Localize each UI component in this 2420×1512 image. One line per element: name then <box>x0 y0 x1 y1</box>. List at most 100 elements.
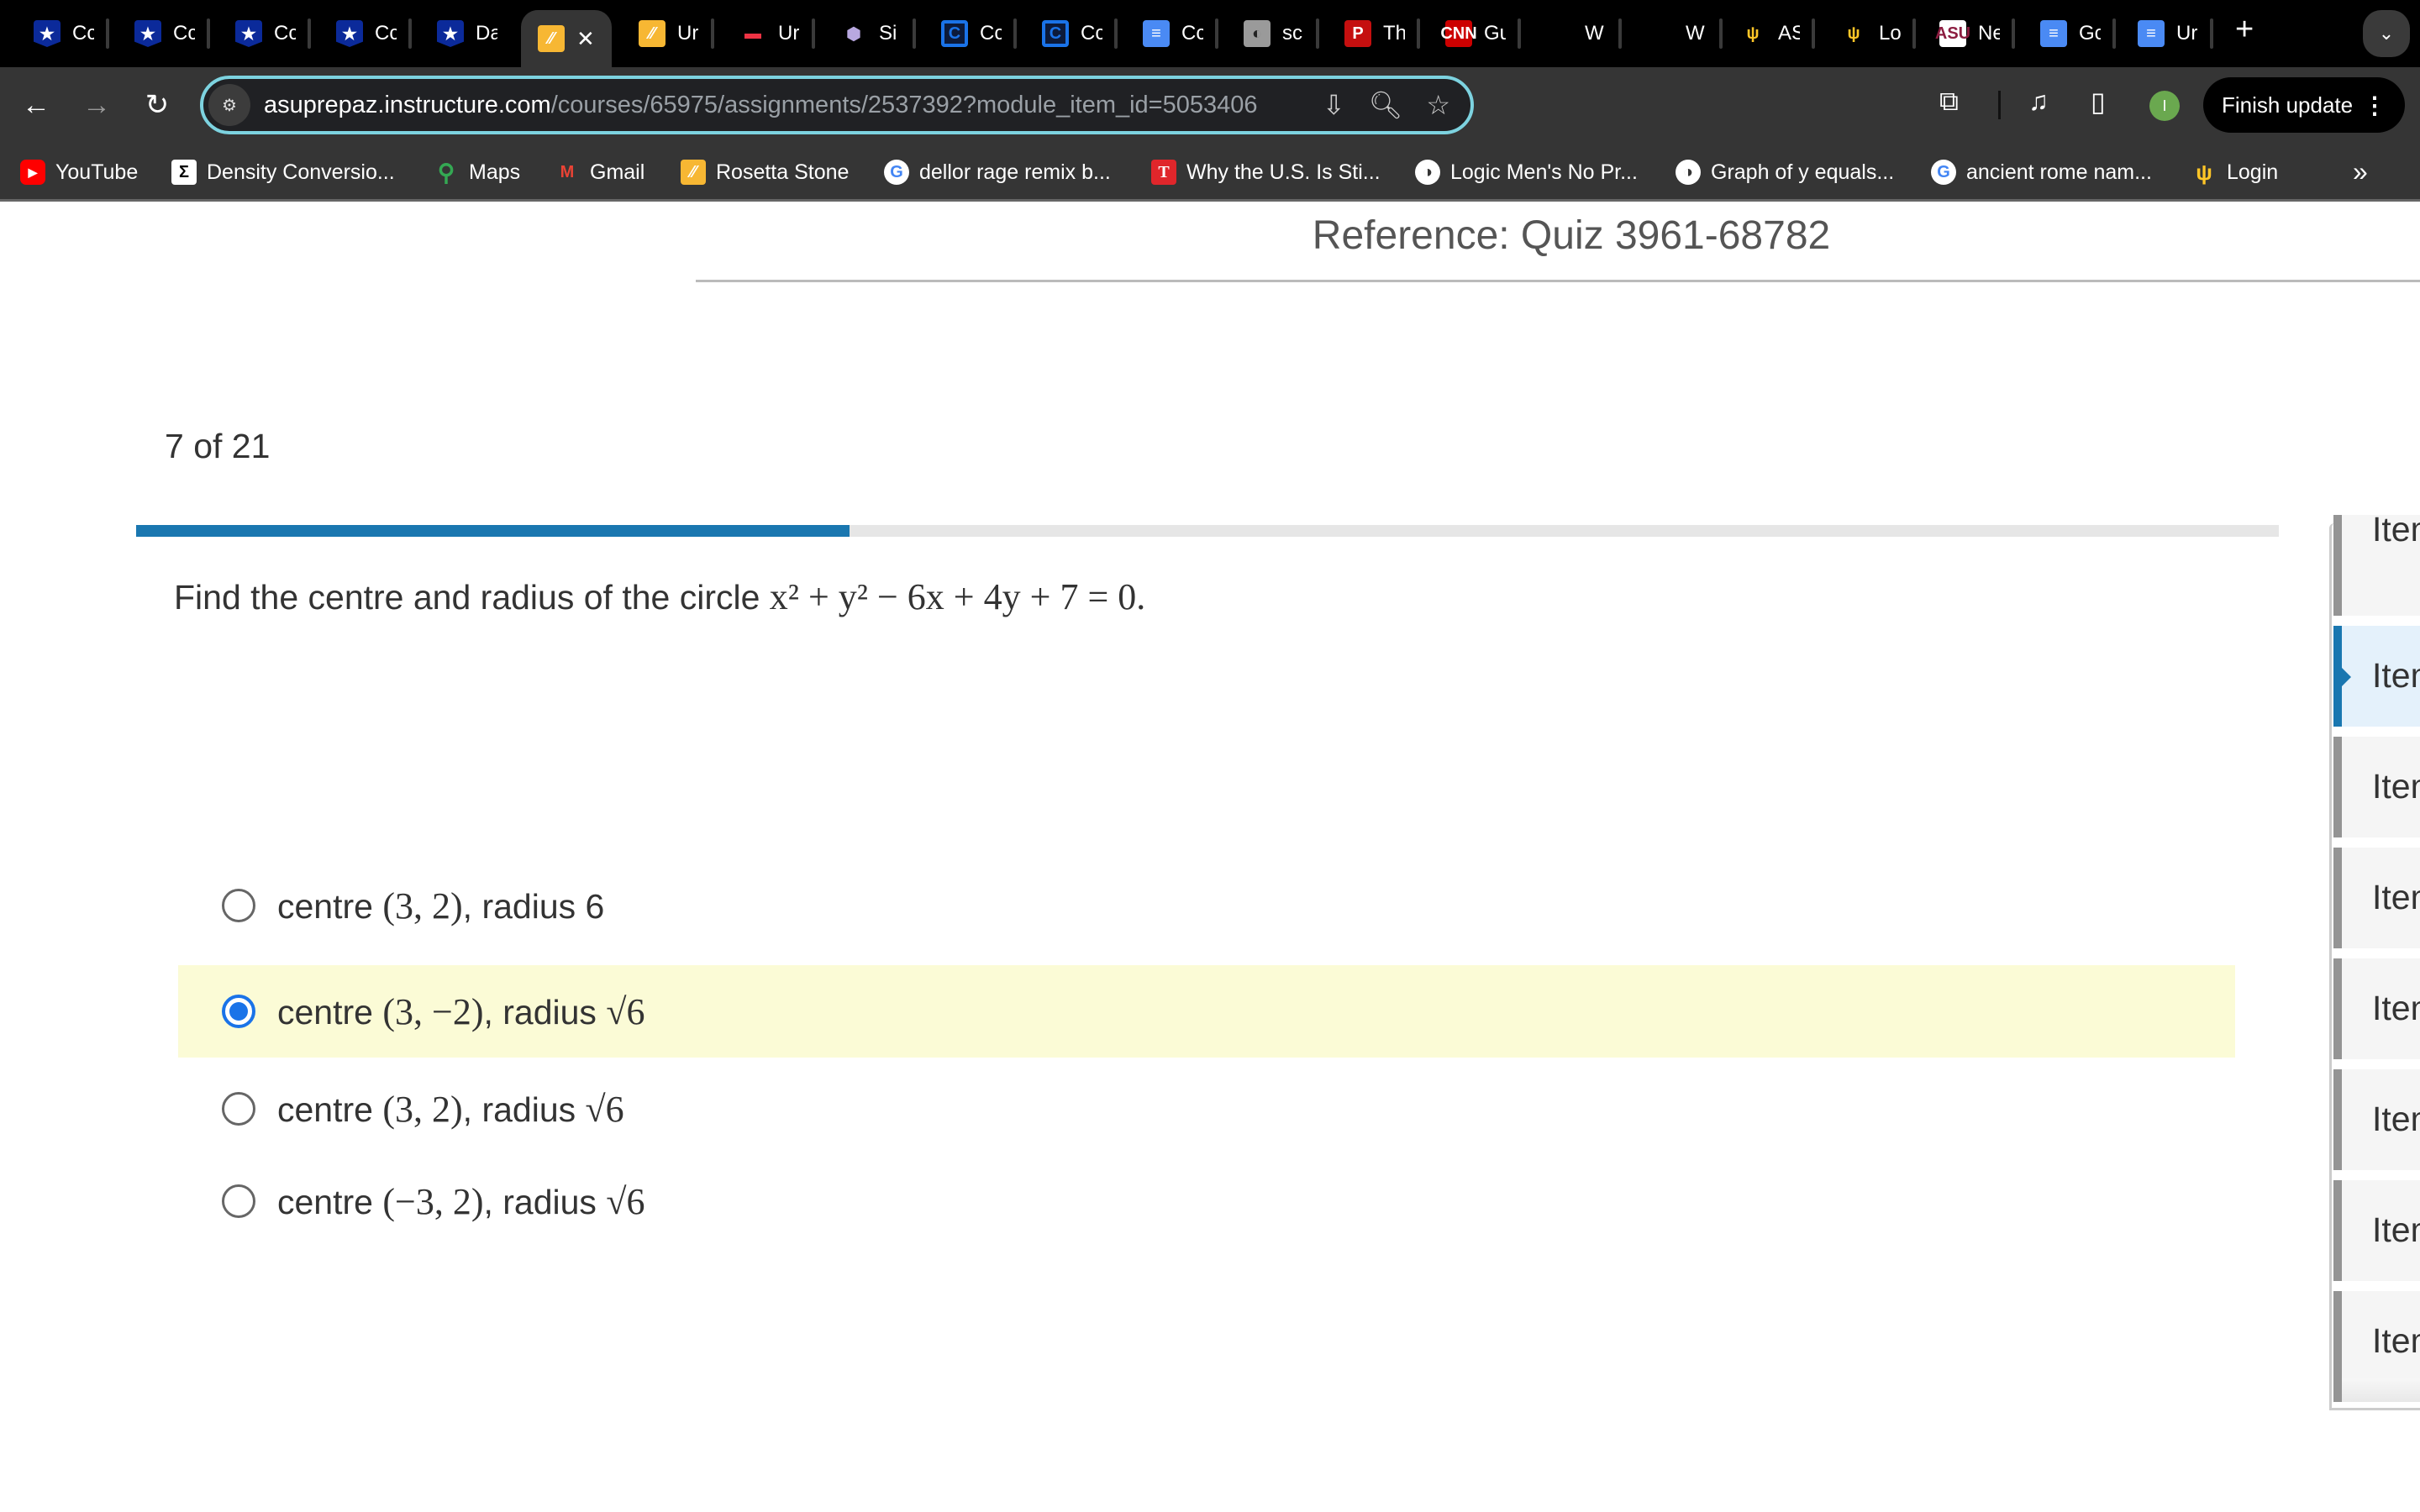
answer-option[interactable]: centre (−3, 2), radius √6 <box>178 1155 2235 1247</box>
hexagon-cluster-icon: ⬢ <box>846 24 861 44</box>
browser-tab[interactable]: ASU Ne <box>1935 17 2015 50</box>
globe-icon: ◐ <box>1244 20 1270 47</box>
browser-tab[interactable]: ★ Da <box>437 17 497 50</box>
item-navigator: Item Item Item Item Item Item Item Item <box>2329 510 2420 1410</box>
browser-tab[interactable]: ★ Cc <box>134 17 210 50</box>
google-docs-icon: ≡ <box>2040 20 2067 47</box>
item-nav-entry[interactable]: Item <box>2333 1291 2420 1392</box>
toolbar-divider <box>1998 91 2001 119</box>
browser-tab[interactable]: W <box>1546 17 1622 50</box>
radio-button[interactable] <box>222 889 255 922</box>
sigma-icon: Σ <box>171 160 197 185</box>
doc-lines-icon: ≡ <box>1143 20 1170 47</box>
new-tab-button[interactable]: + <box>2235 12 2254 48</box>
browser-tab[interactable]: ⬢ Si <box>840 17 916 50</box>
bookmark-density[interactable]: Σ Density Conversio... <box>171 158 395 186</box>
kebab-menu-icon[interactable]: ⋮ <box>2363 92 2386 119</box>
quiz-reference: Reference: Quiz 3961-68782 <box>1312 213 1831 258</box>
bookmarks-overflow-button[interactable]: » <box>2353 156 2368 187</box>
trident-icon: ψ <box>2196 159 2212 185</box>
bookmark-gmail[interactable]: M Gmail <box>555 158 645 186</box>
browser-tab[interactable]: ⁄⁄ Ur <box>639 17 714 50</box>
browser-tab[interactable]: ★ Cc <box>34 17 109 50</box>
url-text[interactable]: asuprepaz.instructure.com/courses/65975/… <box>264 92 1258 119</box>
progress-fill <box>136 525 850 537</box>
item-nav-entry[interactable]: Item <box>2333 1069 2420 1170</box>
t-icon: T <box>1151 160 1176 185</box>
bookmark-ancient-rome[interactable]: Gancient rome nam... <box>1931 158 2152 186</box>
side-panel-icon[interactable]: ▯ <box>2091 86 2106 118</box>
browser-toolbar: ← → ↻ ⚙ asuprepaz.instructure.com/course… <box>0 67 2420 143</box>
bookmark-login[interactable]: ψ Login <box>2191 158 2278 186</box>
c-circle-icon: C <box>941 20 968 47</box>
bookmark-why-us[interactable]: T Why the U.S. Is Sti... <box>1151 158 1381 186</box>
bookmark-star-icon[interactable]: ☆ <box>1426 89 1450 121</box>
arrow-right-icon: → <box>82 88 111 121</box>
browser-tab[interactable]: C Cc <box>941 17 1017 50</box>
shield-star-icon: ★ <box>235 20 262 47</box>
p-icon: P <box>1344 20 1371 47</box>
globe-icon: ◑ <box>1676 160 1701 185</box>
bookmark-dellor[interactable]: Gdellor rage remix b... <box>884 158 1111 186</box>
address-bar[interactable]: ⚙ asuprepaz.instructure.com/courses/6597… <box>200 76 1474 134</box>
item-nav-entry-current[interactable]: Item <box>2333 626 2420 727</box>
bookmark-maps[interactable]: ⚲ Maps <box>434 158 520 186</box>
trident-icon: ψ <box>1847 24 1860 43</box>
browser-tab[interactable]: ψ Lo <box>1840 17 1916 50</box>
browser-tab[interactable]: C Cc <box>1042 17 1118 50</box>
browser-tab[interactable]: ≡ Cc <box>1143 17 1218 50</box>
tab-strip: ★ Cc ★ Cc ★ Cc ★ Cc ★ Da ⁄⁄ ✕ ⁄⁄ Ur ▬ Ur ⬢ Si C Cc… <box>0 0 2420 67</box>
rosetta-icon: ⁄⁄ <box>681 160 706 185</box>
browser-tab[interactable]: ★ Cc <box>235 17 311 50</box>
answer-option[interactable]: centre (3, 2), radius √6 <box>178 1063 2235 1155</box>
doc-lines-icon: ≡ <box>2138 20 2165 47</box>
browser-tab[interactable]: ψ AS <box>1739 17 1815 50</box>
profile-avatar[interactable]: I <box>2149 91 2180 121</box>
browser-tab[interactable]: P Th <box>1344 17 1420 50</box>
answer-option[interactable]: centre (3, 2), radius 6 <box>178 859 2235 952</box>
radio-button[interactable] <box>222 1184 255 1218</box>
browser-tab-active[interactable]: ⁄⁄ ✕ <box>521 10 612 67</box>
browser-tab[interactable]: CNN Gu <box>1440 17 1521 50</box>
item-nav-entry-partial[interactable] <box>2333 1378 2420 1402</box>
bookmark-rosetta[interactable]: ⁄⁄ Rosetta Stone <box>681 158 849 186</box>
browser-tab[interactable]: ◐ sc <box>1244 17 1319 50</box>
browser-tab[interactable]: ★ Cc <box>336 17 412 50</box>
bookmark-logic[interactable]: ◑ Logic Men's No Pr... <box>1415 158 1638 186</box>
arrow-left-icon: ← <box>22 88 50 121</box>
forward-button[interactable]: → <box>77 86 116 124</box>
browser-tab[interactable]: ≡ Gc <box>2040 17 2116 50</box>
extensions-puzzle-icon[interactable]: ⧉ <box>1939 86 1959 118</box>
site-settings-icon[interactable]: ⚙ <box>208 84 250 126</box>
browser-tab[interactable]: W <box>1647 17 1723 50</box>
tab-close-icon[interactable]: ✕ <box>576 26 595 52</box>
item-nav-entry[interactable]: Item <box>2333 848 2420 948</box>
question-prompt: Find the centre and radius of the circle… <box>174 576 1146 617</box>
zoom-out-icon[interactable]: 🔍︎ <box>1369 89 1403 121</box>
reload-button[interactable]: ↻ <box>138 86 176 124</box>
gmail-icon: M <box>560 162 575 181</box>
bookmarks-bar: ▶ YouTube Σ Density Conversio... ⚲ Maps M Gm… <box>0 143 2420 202</box>
rosetta-icon: ⁄⁄ <box>639 20 666 47</box>
answer-option[interactable]: centre (3, −2), radius √6 <box>178 965 2235 1058</box>
reload-icon: ↻ <box>145 89 170 121</box>
item-nav-entry[interactable]: Item <box>2333 737 2420 837</box>
finish-update-button[interactable]: Finish update ⋮ <box>2203 77 2405 133</box>
radio-button[interactable] <box>222 995 255 1028</box>
browser-tab[interactable]: ≡ Ur <box>2138 17 2213 50</box>
bookmark-youtube[interactable]: ▶ YouTube <box>20 158 138 186</box>
media-queue-icon[interactable]: ♫ <box>2028 86 2049 117</box>
shield-star-icon: ★ <box>34 20 60 47</box>
install-app-icon[interactable]: ⇩ <box>1323 89 1345 121</box>
rosetta-icon: ⁄⁄ <box>538 25 565 52</box>
browser-tab[interactable]: ▬ Ur <box>739 17 815 50</box>
bookmark-graph[interactable]: ◑ Graph of y equals... <box>1676 158 1894 186</box>
radio-button[interactable] <box>222 1092 255 1126</box>
tab-search-button[interactable]: ⌄ <box>2363 10 2410 57</box>
item-nav-entry[interactable]: Item <box>2333 958 2420 1059</box>
item-nav-entry[interactable]: Item <box>2333 1180 2420 1281</box>
question-equation: x² + y² − 6x + 4y + 7 = 0. <box>769 576 1146 617</box>
back-button[interactable]: ← <box>17 86 55 124</box>
quiz-page: Reference: Quiz 3961-68782 7 of 21 Find … <box>0 204 2420 1512</box>
item-nav-entry[interactable]: Item <box>2333 510 2420 616</box>
